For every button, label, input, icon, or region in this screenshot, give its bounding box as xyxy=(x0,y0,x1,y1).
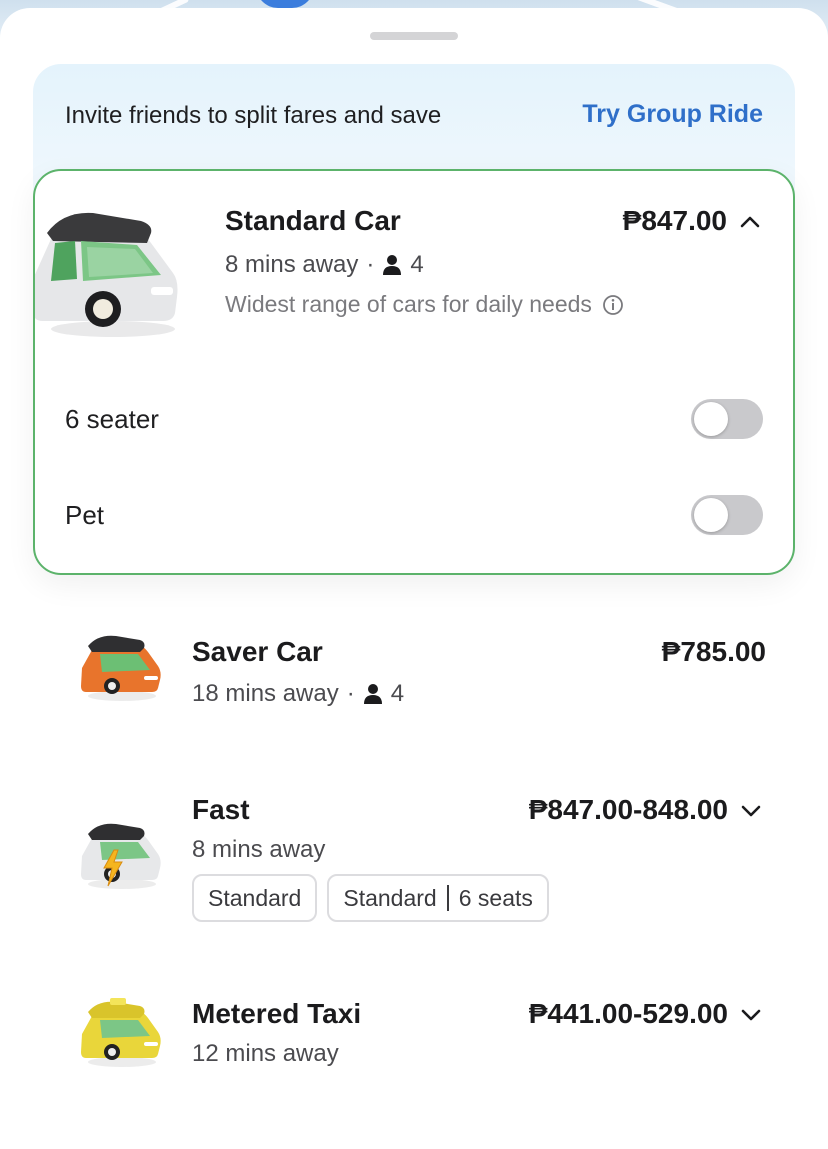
chip-label-seats: 6 seats xyxy=(458,884,533,911)
chevron-down-icon[interactable] xyxy=(738,1002,764,1028)
option-row-6-seater: 6 seater xyxy=(65,397,763,441)
six-seater-toggle[interactable] xyxy=(691,399,763,439)
person-icon xyxy=(363,684,382,704)
ride-name: Saver Car xyxy=(192,636,323,667)
toggle-knob xyxy=(694,402,728,436)
promo-text: Invite friends to split fares and save xyxy=(65,102,442,129)
ride-price: ₱847.00 xyxy=(622,205,727,236)
ride-eta-seats: 18 mins away · 4 xyxy=(192,680,404,708)
separator-dot: · xyxy=(366,251,375,278)
ride-price: ₱785.00 xyxy=(661,636,766,667)
ride-option-saver-car[interactable]: Saver Car ₱785.00 18 mins away · 4 xyxy=(0,618,828,728)
chip-label: Standard xyxy=(208,884,302,911)
ride-name: Fast xyxy=(192,794,250,825)
ride-description: Widest range of cars for daily needs xyxy=(225,291,624,318)
ride-name: Metered Taxi xyxy=(192,998,362,1029)
ride-eta-seats: 8 mins away · 4 xyxy=(225,251,424,279)
person-icon xyxy=(383,255,402,275)
ride-eta: 8 mins away xyxy=(192,836,325,864)
sheet-grabber-handle[interactable] xyxy=(370,32,458,40)
taxi-icon xyxy=(81,998,161,1067)
seat-count: 4 xyxy=(390,680,405,707)
electric-car-icon xyxy=(81,823,161,889)
separator-dot: · xyxy=(346,680,355,707)
chip-standard-6-seats[interactable]: Standard 6 seats xyxy=(327,874,549,922)
ride-price: ₱847.00-848.00 xyxy=(528,794,728,825)
orange-car-icon xyxy=(81,635,161,701)
ride-option-fast[interactable]: Fast ₱847.00-848.00 8 mins away Standard… xyxy=(0,776,828,926)
pet-toggle[interactable] xyxy=(691,495,763,535)
ride-eta-text: 12 mins away xyxy=(192,1040,339,1067)
toggle-knob xyxy=(694,498,728,532)
info-icon[interactable] xyxy=(602,294,624,316)
chip-standard[interactable]: Standard xyxy=(192,874,318,922)
option-row-pet: Pet xyxy=(65,493,763,537)
ride-eta: 8 mins away xyxy=(225,251,359,278)
standard-car-icon xyxy=(35,212,178,337)
ride-price: ₱441.00-529.00 xyxy=(528,998,728,1029)
chip-divider xyxy=(446,885,449,911)
ride-eta: 12 mins away xyxy=(192,1040,339,1068)
ride-options-sheet: Invite friends to split fares and save T… xyxy=(0,8,828,1149)
fast-variant-chips: Standard Standard 6 seats xyxy=(192,874,549,922)
ride-eta: 18 mins away xyxy=(192,680,339,707)
option-label: Pet xyxy=(65,499,105,530)
ride-eta-text: 8 mins away xyxy=(192,836,326,863)
ride-option-metered-taxi[interactable]: Metered Taxi ₱441.00-529.00 12 mins away xyxy=(0,980,828,1090)
ride-name: Standard Car xyxy=(225,205,401,236)
option-label: 6 seater xyxy=(65,403,159,434)
chip-label: Standard xyxy=(343,884,437,911)
chevron-up-icon[interactable] xyxy=(737,209,763,235)
try-group-ride-link[interactable]: Try Group Ride xyxy=(582,100,763,129)
selected-ride-card-standard-car[interactable]: Standard Car ₱847.00 8 mins away · 4 Wid… xyxy=(33,169,795,575)
seat-count: 4 xyxy=(410,251,424,278)
ride-description-text: Widest range of cars for daily needs xyxy=(225,291,592,317)
chevron-down-icon[interactable] xyxy=(738,798,764,824)
map-location-pin xyxy=(256,0,314,8)
